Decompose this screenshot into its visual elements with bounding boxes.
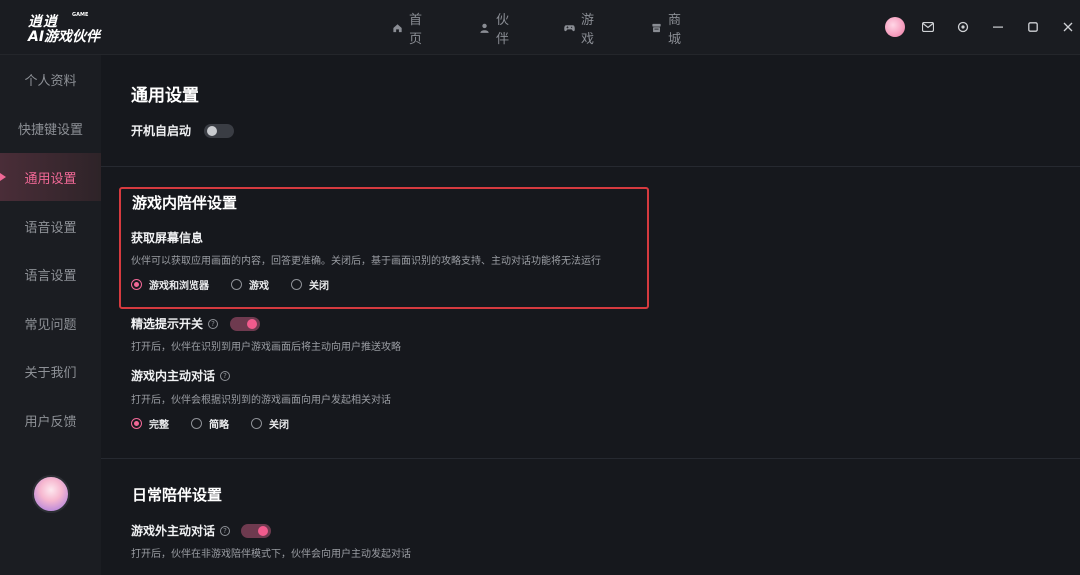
radio-label: 完整	[149, 419, 169, 431]
sidebar-item-label: 通用设置	[24, 171, 77, 187]
radio-label: 关闭	[269, 419, 289, 431]
sidebar-item-label: 关于我们	[24, 365, 77, 381]
sidebar-item-shortcuts[interactable]: 快捷键设置	[0, 104, 101, 152]
app-logo: 逍逍 GAME AI游戏伙伴	[28, 11, 108, 45]
sidebar-item-label: 常见问题	[24, 317, 77, 333]
person-icon	[480, 23, 489, 33]
dialog-option-brief[interactable]: 简略	[191, 416, 229, 431]
settings-main: 通用设置 开机自启动 游戏内陪伴设置 获取屏幕信息 伙伴可以获取应用画面的内容，…	[101, 55, 1080, 575]
help-icon[interactable]: ?	[208, 318, 219, 329]
autostart-toggle[interactable]	[204, 124, 234, 138]
nav-home-label: 首页	[409, 13, 423, 47]
screen-info-label: 获取屏幕信息	[131, 231, 204, 245]
daily-dialog-desc: 打开后，伙伴在非游戏陪伴模式下，伙伴会向用户主动发起对话	[131, 549, 411, 560]
nav-partner-label: 伙伴	[496, 13, 510, 47]
tips-label: 精选提示开关 ?	[131, 315, 219, 332]
close-button[interactable]	[1058, 17, 1078, 37]
settings-sidebar: 个人资料 快捷键设置 通用设置 语音设置 语言设置 常见问题 关于我们 用户反馈	[0, 55, 101, 575]
radio-label: 游戏和浏览器	[149, 280, 209, 292]
mail-icon	[922, 22, 934, 32]
nav-game-label: 游戏	[581, 13, 595, 47]
minimize-icon	[993, 26, 1003, 28]
sidebar-item-label: 语音设置	[24, 220, 77, 236]
nav-store[interactable]: 商城	[651, 13, 686, 47]
divider	[101, 458, 1080, 459]
daily-dialog-label-text: 游戏外主动对话	[131, 524, 216, 538]
tips-toggle[interactable]	[230, 317, 260, 331]
ingame-dialog-options: 完整 简略 关闭	[131, 416, 311, 431]
toggle-knob	[258, 526, 268, 536]
autostart-label: 开机自启动	[131, 124, 192, 138]
daily-dialog-toggle[interactable]	[241, 524, 271, 538]
nav-game[interactable]: 游戏	[564, 13, 599, 47]
radio-label: 关闭	[309, 280, 329, 292]
screen-option-game[interactable]: 游戏	[231, 277, 269, 292]
active-marker-icon	[0, 173, 6, 181]
minimize-button[interactable]	[988, 17, 1008, 37]
screen-option-game-browser[interactable]: 游戏和浏览器	[131, 277, 209, 292]
ingame-section-title: 游戏内陪伴设置	[132, 194, 238, 212]
maximize-icon	[1028, 22, 1038, 32]
sidebar-item-label: 快捷键设置	[17, 122, 83, 138]
toggle-knob	[247, 319, 257, 329]
ingame-dialog-label: 游戏内主动对话 ?	[131, 367, 231, 384]
sidebar-item-profile[interactable]: 个人资料	[0, 55, 101, 103]
nav-partner[interactable]: 伙伴	[479, 13, 514, 47]
sidebar-item-language[interactable]: 语言设置	[0, 250, 101, 298]
ingame-dialog-desc: 打开后，伙伴会根据识别到的游戏画面向用户发起相关对话	[131, 395, 391, 406]
divider	[101, 166, 1080, 167]
tips-desc: 打开后，伙伴在识别到用户游戏画面后将主动向用户推送攻略	[131, 342, 401, 353]
radio-label: 简略	[209, 419, 229, 431]
nav-store-label: 商城	[668, 13, 682, 47]
maximize-button[interactable]	[1023, 17, 1043, 37]
settings-button[interactable]	[953, 17, 973, 37]
general-section-title: 通用设置	[131, 86, 199, 106]
sidebar-item-label: 语言设置	[24, 268, 77, 284]
sidebar-item-feedback[interactable]: 用户反馈	[0, 396, 101, 444]
radio-icon	[251, 417, 262, 429]
ingame-dialog-label-text: 游戏内主动对话	[131, 369, 216, 383]
radio-label: 游戏	[249, 280, 269, 292]
logo-line2: AI游戏伙伴	[28, 29, 101, 45]
user-avatar-small[interactable]	[885, 17, 905, 37]
help-icon[interactable]: ?	[220, 370, 231, 381]
close-icon	[1063, 22, 1073, 32]
sidebar-item-faq[interactable]: 常见问题	[0, 299, 101, 347]
radio-selected-icon	[131, 417, 142, 429]
nav-home[interactable]: 首页	[392, 13, 427, 47]
logo-tag: GAME	[72, 12, 89, 18]
home-icon	[393, 24, 402, 33]
daily-dialog-label: 游戏外主动对话 ?	[131, 522, 231, 539]
dialog-option-off[interactable]: 关闭	[251, 416, 289, 431]
dialog-option-full[interactable]: 完整	[131, 416, 169, 431]
mail-button[interactable]	[918, 17, 938, 37]
help-icon[interactable]: ?	[220, 525, 231, 536]
avatar[interactable]	[32, 475, 70, 513]
title-bar: 逍逍 GAME AI游戏伙伴 首页 伙伴 游戏 商城	[0, 0, 1080, 55]
screen-option-off[interactable]: 关闭	[291, 277, 329, 292]
screen-info-desc: 伙伴可以获取应用画面的内容，回答更准确。关闭后，基于画面识别的攻略支持、主动对话…	[131, 256, 601, 267]
radio-icon	[191, 417, 202, 429]
sidebar-item-voice[interactable]: 语音设置	[0, 202, 101, 250]
sidebar-item-general[interactable]: 通用设置	[0, 153, 101, 201]
sidebar-item-label: 用户反馈	[24, 414, 77, 430]
toggle-knob	[207, 126, 217, 136]
screen-info-options: 游戏和浏览器 游戏 关闭	[131, 277, 351, 292]
daily-section-title: 日常陪伴设置	[132, 486, 223, 504]
radio-icon	[291, 278, 302, 290]
sidebar-item-about[interactable]: 关于我们	[0, 347, 101, 395]
radio-icon	[231, 278, 242, 290]
gamepad-icon	[564, 25, 575, 32]
sidebar-item-label: 个人资料	[24, 73, 77, 89]
tips-label-text: 精选提示开关	[131, 317, 204, 331]
radio-selected-icon	[131, 278, 142, 290]
store-icon	[652, 23, 661, 33]
gear-icon	[957, 21, 969, 33]
